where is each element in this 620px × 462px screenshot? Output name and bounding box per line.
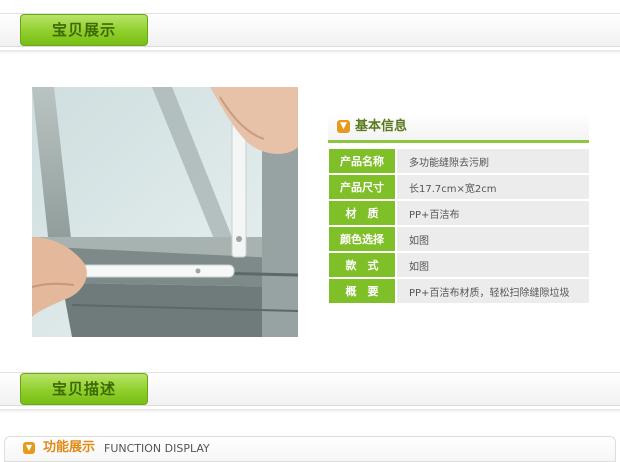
info-table: 产品名称 多功能缝隙去污刷 产品尺寸 长17.7cm×宽2cm 材 质 PP+百… — [329, 147, 589, 305]
section-header-description: 宝贝描述 — [0, 372, 620, 406]
divider — [0, 409, 620, 413]
section-header-display: 宝贝展示 — [0, 13, 620, 47]
table-row: 概 要 PP+百洁布材质，轻松扫除缝隙垃圾 — [329, 279, 589, 303]
chevron-down-icon: ▼ — [337, 120, 350, 133]
product-image — [32, 87, 298, 337]
chevron-down-icon: ▼ — [23, 442, 35, 454]
row-value: 如图 — [395, 227, 589, 251]
row-label: 材 质 — [329, 201, 395, 225]
section-tab-display[interactable]: 宝贝展示 — [20, 14, 148, 46]
divider — [0, 50, 620, 54]
function-display-header — [4, 436, 616, 462]
row-label: 颜色选择 — [329, 227, 395, 251]
table-row: 款 式 如图 — [329, 253, 589, 277]
info-title: 基本信息 — [355, 119, 408, 134]
row-value: 多功能缝隙去污刷 — [395, 149, 589, 173]
info-header: ▼ 基本信息 — [328, 114, 589, 143]
row-value: PP+百洁布 — [395, 201, 589, 225]
row-label: 产品尺寸 — [329, 175, 395, 199]
section-tab-description[interactable]: 宝贝描述 — [20, 373, 148, 405]
row-value: 如图 — [395, 253, 589, 277]
table-row: 产品名称 多功能缝隙去污刷 — [329, 149, 589, 173]
row-value: PP+百洁布材质，轻松扫除缝隙垃圾 — [395, 279, 589, 303]
row-label: 概 要 — [329, 279, 395, 303]
row-value: 长17.7cm×宽2cm — [395, 175, 589, 199]
row-label: 产品名称 — [329, 149, 395, 173]
table-row: 颜色选择 如图 — [329, 227, 589, 251]
table-row: 产品尺寸 长17.7cm×宽2cm — [329, 175, 589, 199]
function-display-subtitle: FUNCTION DISPLAY — [104, 442, 210, 455]
table-row: 材 质 PP+百洁布 — [329, 201, 589, 225]
function-display-title: 功能展示 — [43, 440, 96, 455]
row-label: 款 式 — [329, 253, 395, 277]
